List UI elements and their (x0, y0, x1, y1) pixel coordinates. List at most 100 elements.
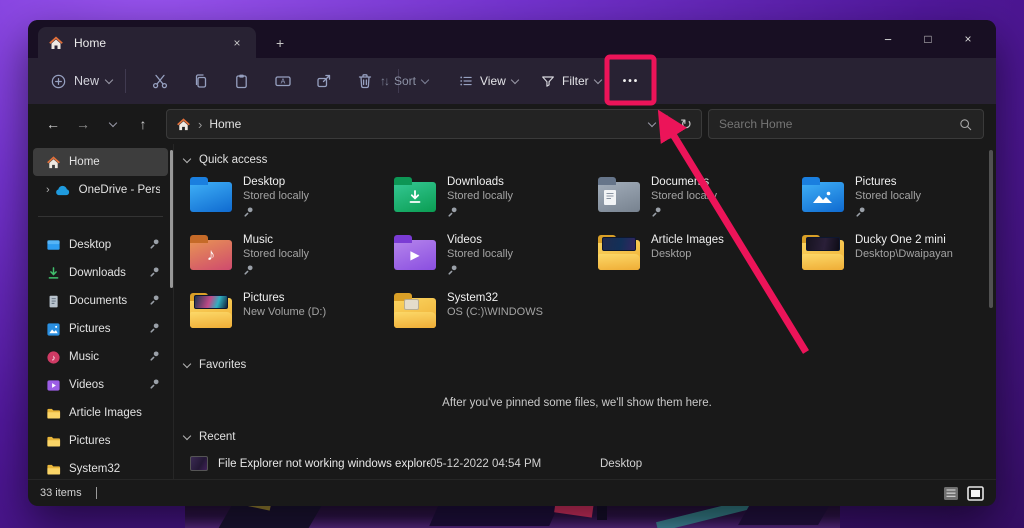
window-body: Home › OneDrive - Perso Desktop (28, 144, 996, 479)
sidebar-item-label: Article Images (69, 407, 142, 419)
chevron-down-icon (183, 155, 191, 163)
folder-front (394, 312, 436, 328)
up-button[interactable]: ↑ (130, 116, 156, 132)
sidebar-item-system32[interactable]: System32 (33, 455, 168, 483)
quick-access-item-article-images[interactable]: Article Images Desktop (598, 234, 802, 283)
download-arrow-icon (394, 182, 436, 212)
address-bar[interactable]: › Home ↻ (166, 109, 702, 139)
sidebar-item-article-images[interactable]: Article Images (33, 399, 168, 427)
folder-icon (46, 406, 61, 421)
close-button[interactable]: × (948, 32, 988, 46)
item-detail: Stored locally (651, 190, 717, 202)
sidebar-item-music[interactable]: ♪ Music (33, 343, 168, 371)
new-button[interactable]: New (50, 73, 112, 90)
more-options-button[interactable]: ••• (612, 76, 650, 87)
address-dropdown-icon[interactable] (648, 118, 656, 126)
item-name: Pictures (243, 292, 326, 304)
thumbnail-view-icon[interactable] (967, 486, 984, 501)
cut-button[interactable] (139, 72, 180, 90)
item-detail: Stored locally (447, 248, 513, 260)
sidebar-item-home[interactable]: Home (33, 148, 168, 176)
sort-arrows-icon: ↑↓ (380, 74, 388, 88)
item-name: Desktop (243, 176, 309, 188)
share-button[interactable] (303, 72, 344, 90)
quick-access-item-downloads[interactable]: Downloads Stored locally (394, 176, 598, 225)
sidebar-item-pictures[interactable]: Pictures (33, 315, 168, 343)
item-name: Documents (651, 176, 717, 188)
copy-button[interactable] (180, 72, 221, 90)
file-explorer-window: Home × + − □ × New A (28, 20, 996, 506)
chevron-down-icon (593, 75, 601, 83)
navigation-bar: ← → ↑ › Home ↻ (28, 104, 996, 144)
quick-access-item-videos[interactable]: ▶ Videos Stored locally (394, 234, 598, 283)
sidebar-scrollbar[interactable] (170, 150, 173, 288)
page-icon (598, 182, 640, 212)
search-box[interactable] (708, 109, 984, 139)
sidebar-item-pictures-d[interactable]: Pictures (33, 427, 168, 455)
item-count: 33 items (40, 487, 82, 499)
minimize-button[interactable]: − (868, 32, 908, 47)
folder-icon (802, 182, 844, 212)
folder-front (598, 254, 640, 270)
forward-button[interactable]: → (70, 116, 96, 132)
tab-home[interactable]: Home × (38, 27, 256, 58)
desktop-background: { "tab": { "title": "Home" }, "icons": {… (0, 0, 1024, 528)
sidebar-item-label: System32 (69, 463, 120, 475)
quick-access-item-pictures[interactable]: Pictures Stored locally (802, 176, 996, 225)
quick-access-item-documents[interactable]: Documents Stored locally (598, 176, 802, 225)
tab-close-icon[interactable]: × (228, 36, 246, 50)
view-toggle-icons (943, 486, 984, 501)
view-button[interactable]: View (458, 73, 524, 89)
item-detail: Stored locally (243, 248, 309, 260)
divider (667, 115, 668, 133)
sidebar-item-label: Pictures (69, 435, 111, 447)
delete-button[interactable] (344, 72, 385, 90)
quick-access-item-ducky[interactable]: Ducky One 2 mini Desktop\Dwaipayan (802, 234, 996, 283)
rename-button[interactable]: A (262, 72, 303, 90)
sidebar-item-desktop[interactable]: Desktop (33, 231, 168, 259)
quick-access-item-system32[interactable]: System32 OS (C:)\WINDOWS (394, 292, 598, 341)
sidebar-item-onedrive[interactable]: › OneDrive - Perso (33, 176, 168, 204)
quick-access-item-pictures-d[interactable]: Pictures New Volume (D:) (190, 292, 394, 341)
recent-locations-button[interactable] (100, 123, 126, 126)
folder-thumbnail (194, 295, 228, 309)
chevron-right-icon[interactable]: › (46, 184, 50, 196)
sidebar-item-videos[interactable]: Videos (33, 371, 168, 399)
folder-icon: ♪ (190, 240, 232, 270)
sidebar-item-documents[interactable]: Documents (33, 287, 168, 315)
picture-icon (46, 322, 61, 337)
sidebar-item-downloads[interactable]: Downloads (33, 259, 168, 287)
new-tab-button[interactable]: + (276, 36, 284, 50)
filter-button[interactable]: Filter (540, 73, 606, 89)
content-scrollbar[interactable] (989, 150, 993, 308)
desktop-icon (46, 238, 61, 253)
paste-button[interactable] (221, 72, 262, 90)
back-button[interactable]: ← (40, 116, 66, 132)
refresh-button[interactable]: ↻ (680, 116, 692, 133)
chevron-down-icon (105, 75, 113, 83)
rename-icon: A (274, 72, 292, 90)
details-view-icon[interactable] (943, 486, 959, 501)
view-label: View (480, 74, 506, 88)
clipboard-actions: A (139, 72, 385, 90)
recent-file-row[interactable]: File Explorer not working windows explor… (190, 456, 970, 471)
section-favorites[interactable]: Favorites (184, 359, 970, 371)
quick-access-item-desktop[interactable]: Desktop Stored locally (190, 176, 394, 225)
item-name: Videos (447, 234, 513, 246)
item-name: System32 (447, 292, 543, 304)
document-icon (46, 294, 61, 309)
quick-access-item-music[interactable]: ♪ Music Stored locally (190, 234, 394, 283)
section-recent[interactable]: Recent (184, 431, 970, 443)
tab-bar: Home × + − □ × (28, 20, 996, 58)
item-detail: Stored locally (243, 190, 309, 202)
svg-text:♪: ♪ (51, 352, 55, 362)
breadcrumb[interactable]: Home (209, 117, 241, 131)
address-bar-controls: ↻ (649, 115, 692, 133)
items-view: Quick access Desktop Stored locally (174, 144, 996, 479)
maximize-button[interactable]: □ (908, 32, 948, 46)
section-quick-access[interactable]: Quick access (184, 154, 970, 166)
search-input[interactable] (719, 117, 958, 131)
item-detail: Stored locally (855, 190, 921, 202)
sort-button[interactable]: ↑↓ Sort (380, 74, 442, 88)
sidebar-item-label: Documents (69, 295, 127, 307)
